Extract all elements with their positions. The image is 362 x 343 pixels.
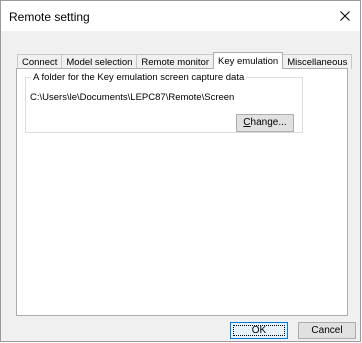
tab-model-selection[interactable]: Model selection xyxy=(61,54,138,69)
folder-path: C:\Users\le\Documents\LEPC87\Remote\Scre… xyxy=(30,92,235,103)
change-folder-button[interactable]: Change... xyxy=(236,114,294,132)
ok-button[interactable]: OK xyxy=(230,322,288,339)
dialog-title: Remote setting xyxy=(9,10,90,24)
tab-connect[interactable]: Connect xyxy=(17,54,63,69)
close-button[interactable] xyxy=(330,1,360,31)
tab-strip: Connect Model selection Remote monitor K… xyxy=(17,52,353,69)
title-bar: Remote setting xyxy=(1,1,360,31)
cancel-button[interactable]: Cancel xyxy=(298,322,356,339)
close-icon xyxy=(340,11,350,21)
change-mnemonic: C xyxy=(243,117,251,128)
tab-key-emulation[interactable]: Key emulation xyxy=(213,52,284,69)
key-emulation-panel: A folder for the Key emulation screen ca… xyxy=(16,68,348,316)
remote-setting-dialog: Remote setting Connect Model selection R… xyxy=(0,0,361,342)
change-label-rest: hange... xyxy=(250,117,287,128)
group-label: A folder for the Key emulation screen ca… xyxy=(31,72,247,83)
tab-remote-monitor[interactable]: Remote monitor xyxy=(136,54,214,69)
tab-miscellaneous[interactable]: Miscellaneous xyxy=(282,54,353,69)
